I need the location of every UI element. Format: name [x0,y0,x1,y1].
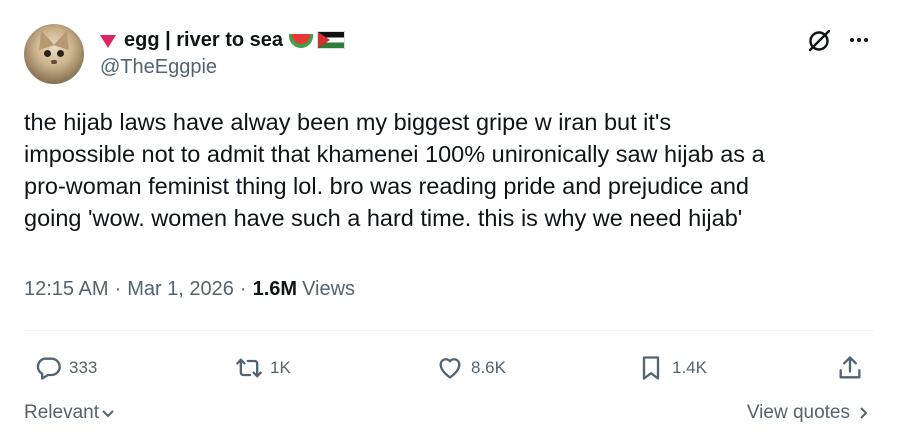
chevron-down-icon [102,410,114,418]
bookmark-icon [642,356,660,380]
repost-button[interactable]: 1K [235,354,291,382]
grok-icon[interactable] [806,28,832,54]
tweet-text: the hijab laws have alway been my bigges… [24,109,765,231]
user-handle[interactable]: @TheEggpie [100,56,217,79]
heart-icon [439,358,461,379]
like-count: 8.6K [471,358,506,377]
avatar[interactable] [24,24,84,84]
bookmark-button[interactable]: 1.4K [637,354,707,382]
like-button[interactable]: 8.6K [436,354,506,382]
reply-icon [36,357,61,380]
views-count: 1.6M [252,278,298,300]
reply-count: 333 [69,358,98,377]
sort-label: Relevant [24,402,99,423]
view-quotes-label: View quotes [746,402,850,423]
chevron-right-icon [860,407,868,419]
tweet-time[interactable]: 12:15 AM [24,278,109,301]
tweet-date[interactable]: Mar 1, 2026 [127,278,234,301]
sort-replies-dropdown[interactable]: Relevant [24,402,115,424]
display-name[interactable]: egg | river to sea [124,29,283,52]
meta-separator: · [114,278,122,300]
bookmark-count: 1.4K [672,358,707,377]
palestine-flag-icon [317,31,345,49]
watermelon-icon [289,34,313,48]
more-options-icon[interactable] [847,28,871,52]
red-heart-icon [100,34,116,48]
share-icon [839,356,861,379]
author-name-row[interactable]: egg | river to sea [100,26,345,54]
repost-icon [236,358,262,378]
tweet-meta: 12:15 AM · Mar 1, 2026 · 1.6M Views [24,278,355,301]
meta-separator: · [239,278,247,300]
divider [24,330,874,331]
share-button[interactable] [836,354,864,382]
view-quotes-link[interactable]: View quotes [747,402,870,424]
reply-button[interactable]: 333 [34,354,97,382]
views-label: Views [302,278,356,300]
repost-count: 1K [270,358,291,377]
